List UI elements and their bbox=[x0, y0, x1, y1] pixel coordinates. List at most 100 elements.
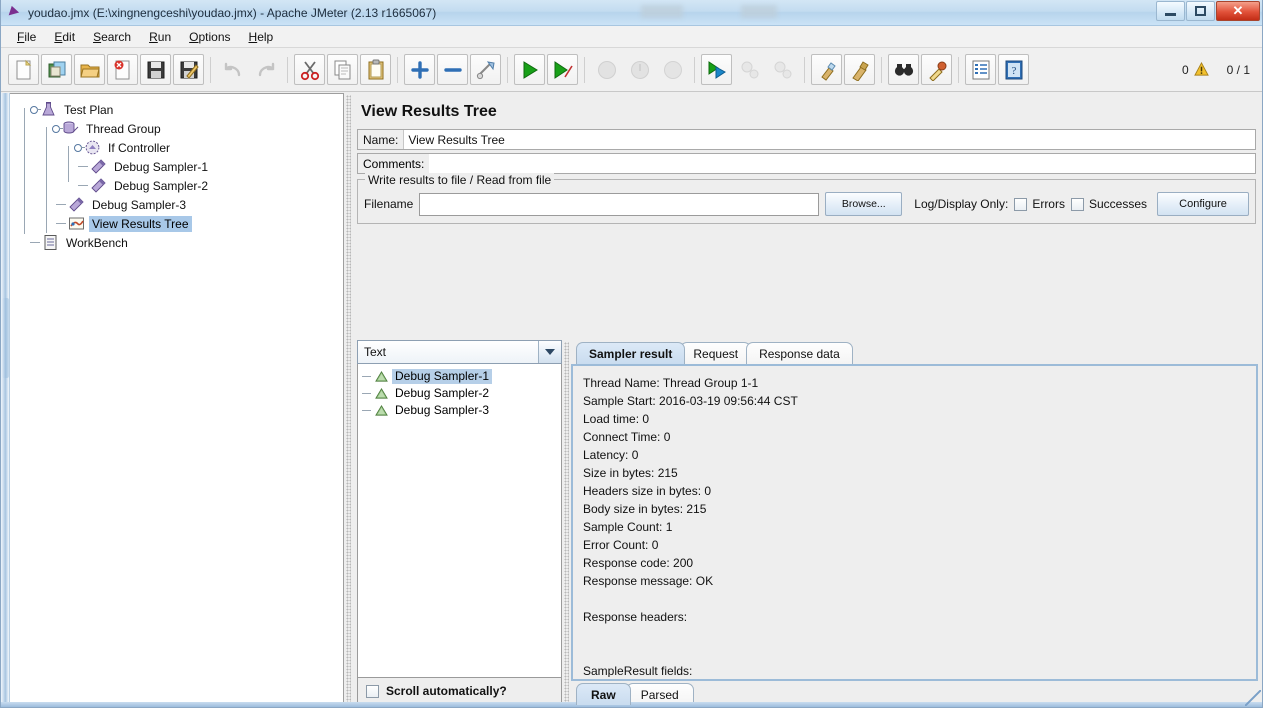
warning-indicator[interactable]: 0 bbox=[1182, 62, 1209, 77]
successes-checkbox[interactable] bbox=[1070, 197, 1084, 211]
toolbar-separator-4 bbox=[507, 56, 508, 83]
clear-button[interactable] bbox=[811, 54, 842, 85]
shutdown-button[interactable] bbox=[624, 54, 655, 85]
tab-response-data[interactable]: Response data bbox=[746, 342, 853, 364]
templates-button[interactable] bbox=[41, 54, 72, 85]
toolbar-status: 0 0 / 1 bbox=[1182, 62, 1250, 77]
renderer-combo[interactable]: Text bbox=[357, 340, 562, 364]
tab-raw[interactable]: Raw bbox=[576, 683, 631, 705]
tree-node-debug-sampler-3[interactable]: Debug Sampler-3 bbox=[20, 195, 343, 214]
expander-test-plan[interactable] bbox=[30, 105, 41, 114]
tree-node-label: Test Plan bbox=[64, 102, 114, 117]
maximize-button[interactable] bbox=[1186, 1, 1215, 21]
resize-grip[interactable] bbox=[1245, 690, 1261, 706]
tree-node-workbench[interactable]: WorkBench bbox=[20, 233, 343, 252]
tree-node-test-plan[interactable]: Test Plan bbox=[20, 100, 343, 119]
close-icon: ✕ bbox=[1232, 3, 1244, 18]
tab-label: Raw bbox=[591, 687, 616, 702]
start-button[interactable] bbox=[514, 54, 545, 85]
start-no-pauses-button[interactable] bbox=[547, 54, 578, 85]
successes-checkbox-wrap[interactable]: Successes bbox=[1070, 197, 1147, 211]
remote-shutdown-all-button[interactable] bbox=[767, 54, 798, 85]
view-results-tree-icon bbox=[69, 217, 84, 230]
tree-node-if-controller[interactable]: If Controller bbox=[20, 138, 343, 157]
tree-node-view-results-tree[interactable]: View Results Tree bbox=[20, 214, 343, 233]
warning-count: 0 bbox=[1181, 62, 1189, 77]
test-plan-tree: Test Plan Thread Group If Controller Deb… bbox=[10, 94, 343, 252]
window-scrollbar-thumb[interactable] bbox=[2, 298, 9, 378]
menu-help[interactable]: Help bbox=[241, 28, 282, 46]
errors-checkbox-wrap[interactable]: Errors bbox=[1014, 197, 1065, 211]
close-file-button[interactable] bbox=[107, 54, 138, 85]
clear-all-button[interactable] bbox=[844, 54, 875, 85]
tree-node-label: Debug Sampler-3 bbox=[92, 197, 187, 212]
list-item[interactable]: Debug Sampler-2 bbox=[358, 385, 561, 402]
minimize-button[interactable] bbox=[1156, 1, 1185, 21]
expand-all-button[interactable] bbox=[404, 54, 435, 85]
tree-node-debug-sampler-1[interactable]: Debug Sampler-1 bbox=[20, 157, 343, 176]
save-as-button[interactable] bbox=[173, 54, 204, 85]
list-item[interactable]: Debug Sampler-1 bbox=[358, 368, 561, 385]
tree-node-label: Debug Sampler-2 bbox=[114, 178, 209, 193]
list-item[interactable]: Debug Sampler-3 bbox=[358, 402, 561, 419]
window-buttons: ✕ bbox=[1155, 1, 1260, 21]
expander-if-controller[interactable] bbox=[74, 143, 85, 152]
search-button[interactable] bbox=[888, 54, 919, 85]
sampler-result-body: Thread Name: Thread Group 1-1 Sample Sta… bbox=[571, 364, 1258, 681]
paste-button[interactable] bbox=[360, 54, 391, 85]
copy-button[interactable] bbox=[327, 54, 358, 85]
menu-edit[interactable]: Edit bbox=[46, 28, 83, 46]
cut-button[interactable] bbox=[294, 54, 325, 85]
menu-options[interactable]: Options bbox=[181, 28, 238, 46]
undo-button[interactable] bbox=[217, 54, 248, 85]
renderer-combo-value: Text bbox=[364, 345, 387, 359]
main-splitter[interactable] bbox=[344, 93, 353, 707]
browse-button[interactable]: Browse... bbox=[825, 192, 903, 216]
menu-file[interactable]: File bbox=[9, 28, 44, 46]
scroll-automatically-checkbox[interactable] bbox=[366, 684, 379, 698]
tree-node-thread-group[interactable]: Thread Group bbox=[20, 119, 343, 138]
chevron-down-icon[interactable] bbox=[538, 341, 561, 363]
main-body: Test Plan Thread Group If Controller Deb… bbox=[1, 93, 1262, 707]
results-area: Text Debug Sampler-1 Debug Sampler-2 Deb… bbox=[357, 340, 1258, 705]
tree-node-debug-sampler-2[interactable]: Debug Sampler-2 bbox=[20, 176, 343, 195]
expander-thread-group[interactable] bbox=[52, 124, 63, 133]
svg-text:?: ? bbox=[1011, 65, 1016, 77]
collapse-all-button[interactable] bbox=[437, 54, 468, 85]
scroll-automatically-row[interactable]: Scroll automatically? bbox=[357, 678, 562, 705]
menu-run[interactable]: Run bbox=[141, 28, 179, 46]
result-line: Load time: 0 bbox=[583, 412, 650, 426]
name-input[interactable] bbox=[404, 130, 1255, 149]
window-scrollbar[interactable] bbox=[1, 93, 10, 707]
sampler-result-list[interactable]: Debug Sampler-1 Debug Sampler-2 Debug Sa… bbox=[357, 364, 562, 678]
tab-request[interactable]: Request bbox=[680, 342, 752, 364]
menu-edit-rest: dit bbox=[62, 29, 76, 44]
remote-stop-all-button[interactable] bbox=[734, 54, 765, 85]
results-splitter[interactable] bbox=[562, 340, 571, 705]
tab-sampler-result[interactable]: Sampler result bbox=[576, 342, 686, 364]
shutdown-alt-button[interactable] bbox=[657, 54, 688, 85]
configure-button[interactable]: Configure bbox=[1157, 192, 1249, 216]
toolbar-separator-1 bbox=[210, 56, 211, 83]
menu-search[interactable]: Search bbox=[85, 28, 139, 46]
sampler-result-text[interactable]: Thread Name: Thread Group 1-1 Sample Sta… bbox=[575, 368, 1254, 677]
tree-node-label: View Results Tree bbox=[89, 215, 192, 232]
redo-button[interactable] bbox=[250, 54, 281, 85]
search-reset-button[interactable] bbox=[921, 54, 952, 85]
close-button[interactable]: ✕ bbox=[1216, 1, 1260, 21]
result-line: Size in bytes: 215 bbox=[583, 466, 678, 480]
tab-label: Response data bbox=[759, 346, 840, 361]
remote-start-all-button[interactable] bbox=[701, 54, 732, 85]
open-button[interactable] bbox=[74, 54, 105, 85]
new-button[interactable] bbox=[8, 54, 39, 85]
filename-input[interactable] bbox=[419, 192, 820, 216]
jmeter-logo-icon bbox=[7, 5, 23, 21]
function-helper-button[interactable] bbox=[965, 54, 996, 85]
stop-button[interactable] bbox=[591, 54, 622, 85]
toggle-button[interactable] bbox=[470, 54, 501, 85]
comments-input[interactable] bbox=[429, 154, 1255, 173]
help-button[interactable]: ? bbox=[998, 54, 1029, 85]
errors-checkbox[interactable] bbox=[1014, 197, 1028, 211]
save-button[interactable] bbox=[140, 54, 171, 85]
test-plan-tree-panel: Test Plan Thread Group If Controller Deb… bbox=[10, 93, 344, 707]
